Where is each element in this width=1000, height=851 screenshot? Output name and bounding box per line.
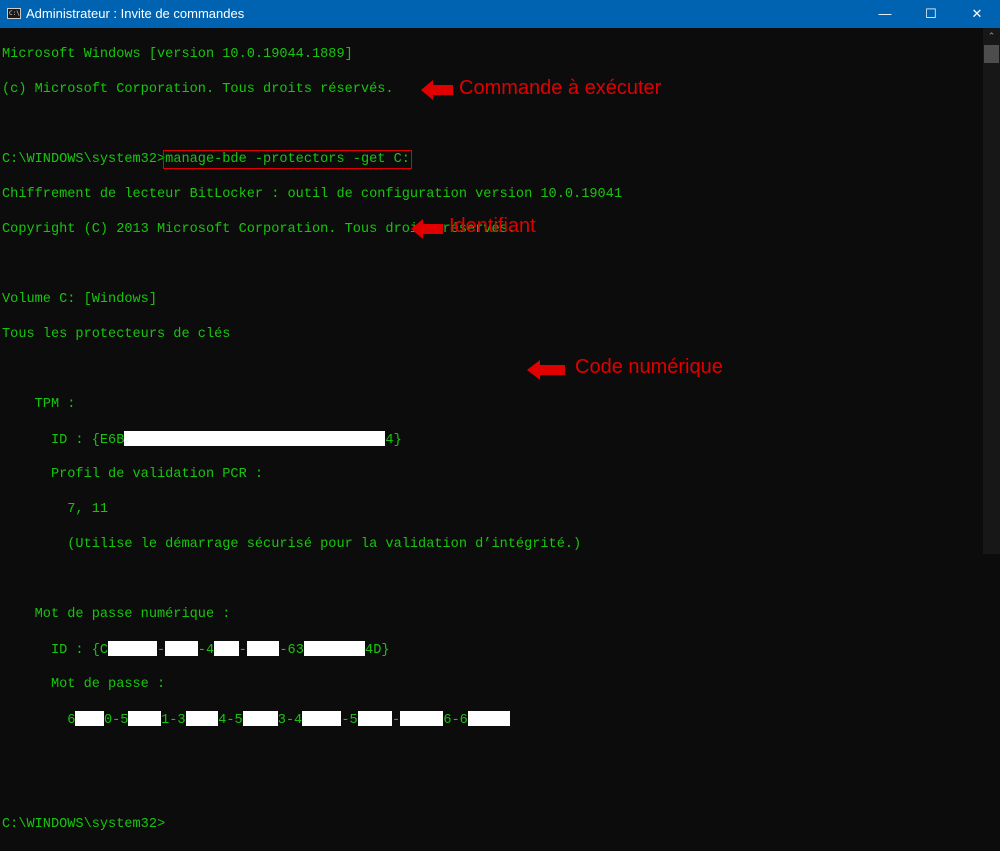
id-part: ID : {C xyxy=(2,642,109,658)
redaction xyxy=(108,640,157,656)
console-line: Volume C: [Windows] xyxy=(2,291,157,307)
redaction xyxy=(214,640,239,656)
minimize-button[interactable]: — xyxy=(862,0,908,28)
annotation-code: Code numérique xyxy=(575,356,723,378)
redaction xyxy=(302,710,342,726)
password-line: 6 0-5 1-3 4-5 3-4 -5 - 6-6 xyxy=(2,710,622,729)
command-text: manage-bde -protectors -get C: xyxy=(163,149,412,169)
redaction xyxy=(185,710,219,726)
console-line: (Utilise le démarrage sécurisé pour la v… xyxy=(2,536,582,552)
redaction xyxy=(303,640,366,656)
console-line: TPM : xyxy=(2,396,76,412)
window-title: Administrateur : Invite de commandes xyxy=(26,6,245,21)
annotation-command: Commande à exécuter xyxy=(459,77,662,99)
redaction xyxy=(75,710,104,726)
cmd-app-icon: C:\ xyxy=(7,8,21,19)
pwd-part: 6-6 xyxy=(443,712,468,728)
pwd-part: -5 xyxy=(341,712,358,728)
redaction xyxy=(128,710,162,726)
console-line: 7, 11 xyxy=(2,501,109,517)
redaction xyxy=(242,710,278,726)
console-line: Mot de passe numérique : xyxy=(2,606,231,622)
prompt: C:\WINDOWS\system32> xyxy=(2,816,166,832)
redaction xyxy=(400,710,444,726)
console-line: Chiffrement de lecteur BitLocker : outil… xyxy=(2,186,622,202)
id-part: 4D} xyxy=(365,642,390,658)
console-line: Microsoft Windows [version 10.0.19044.18… xyxy=(2,46,353,62)
title-bar: C:\ Administrateur : Invite de commandes… xyxy=(0,0,1000,28)
arrow-left-icon xyxy=(411,219,443,239)
pwd-part: 1-3 xyxy=(161,712,186,728)
pwd-part: 3-4 xyxy=(277,712,303,728)
redaction xyxy=(246,640,280,656)
scroll-up-icon[interactable]: ⌃ xyxy=(983,28,1000,44)
redaction xyxy=(467,710,511,726)
command-line: C:\WINDOWS\system32>manage-bde -protecto… xyxy=(2,149,622,169)
pwd-part: - xyxy=(391,712,401,728)
scrollbar-thumb[interactable] xyxy=(984,45,999,63)
arrow-left-icon xyxy=(421,80,453,100)
close-button[interactable]: ✕ xyxy=(954,0,1000,28)
console-line: Tous les protecteurs de clés xyxy=(2,326,231,342)
tpm-id-start: ID : {E6B xyxy=(2,432,125,448)
console-line: Profil de validation PCR : xyxy=(2,466,264,482)
console-output[interactable]: Microsoft Windows [version 10.0.19044.18… xyxy=(2,28,622,851)
vertical-scrollbar[interactable]: ⌃ xyxy=(983,28,1000,554)
redaction xyxy=(165,640,198,656)
redaction xyxy=(357,710,392,726)
maximize-button[interactable]: ☐ xyxy=(908,0,954,28)
annotation-identifier: Identifiant xyxy=(449,215,536,237)
pwd-part: 0-5 xyxy=(103,712,129,728)
arrow-left-icon xyxy=(527,360,565,380)
numeric-id-line: ID : {C - -4 - -63 4D} xyxy=(2,640,622,659)
console-line: Mot de passe : xyxy=(2,676,166,692)
id-part: -63 xyxy=(279,642,304,658)
tpm-id-line: ID : {E6B 4} xyxy=(2,430,622,449)
tpm-id-end: 4} xyxy=(385,432,402,448)
id-part: - xyxy=(238,642,247,658)
redaction xyxy=(124,430,386,446)
pwd-part: 4-5 xyxy=(218,712,243,728)
prompt: C:\WINDOWS\system32> xyxy=(2,151,166,167)
id-part: - xyxy=(157,642,166,658)
pwd-part: 6 xyxy=(2,712,76,728)
id-part: -4 xyxy=(197,642,215,658)
